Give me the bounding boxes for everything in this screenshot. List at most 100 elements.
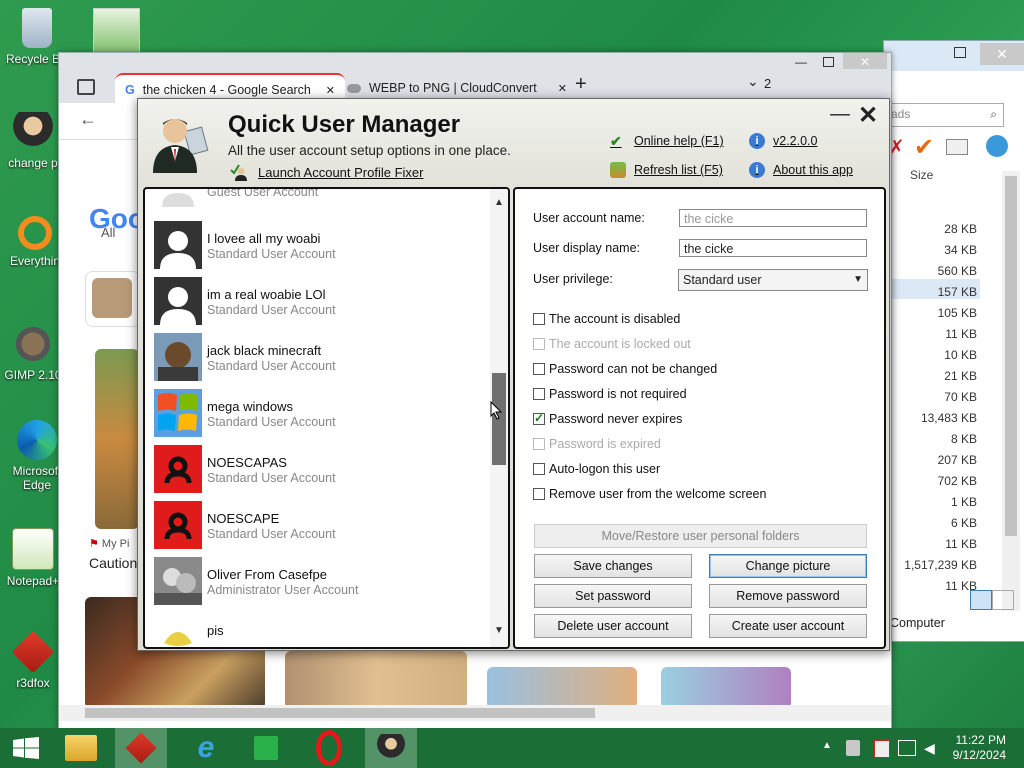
result-image-drawing[interactable]: [661, 667, 791, 709]
minimize-button[interactable]: —: [829, 103, 851, 125]
result-source[interactable]: ⚑ My Pi: [89, 537, 129, 550]
explorer-titlebar[interactable]: ✕: [884, 41, 1024, 71]
quick-user-manager-window[interactable]: Quick User Manager All the user account …: [137, 98, 890, 651]
taskbar-store[interactable]: [240, 728, 292, 768]
taskbar-file-explorer[interactable]: [55, 728, 107, 768]
search-tab-all[interactable]: All: [101, 225, 115, 240]
result-image-hen[interactable]: [487, 667, 637, 709]
checkbox-option[interactable]: Password never expires: [533, 411, 682, 426]
search-chip[interactable]: [85, 271, 141, 327]
close-button[interactable]: ✕: [980, 43, 1024, 65]
account-name-label: User account name:: [533, 211, 645, 225]
checkbox-option[interactable]: Password is not required: [533, 387, 687, 401]
new-tab-button[interactable]: +: [575, 73, 587, 96]
checkbox-icon[interactable]: [533, 488, 545, 500]
taskbar-r3dfox[interactable]: [115, 728, 167, 768]
delete-user-button[interactable]: Delete user account: [534, 614, 692, 638]
list-item-user[interactable]: NOESCAPAS Standard User Account: [154, 445, 484, 497]
checkbox-option: Password is expired: [533, 437, 661, 451]
list-item-user[interactable]: I lovee all my woabi Standard User Accou…: [154, 221, 484, 273]
set-password-button[interactable]: Set password: [534, 584, 692, 608]
list-item-user[interactable]: jack black minecraft Standard User Accou…: [154, 333, 484, 385]
rename-icon[interactable]: [946, 139, 968, 155]
details-view-icon[interactable]: [970, 590, 992, 610]
result-caption[interactable]: Caution: [89, 555, 137, 571]
privilege-select[interactable]: Standard user ▼: [678, 269, 868, 291]
close-button[interactable]: ✕: [856, 101, 880, 129]
desktop-icon-change-p[interactable]: change p: [2, 112, 64, 170]
user-type: Standard User Account: [207, 415, 336, 429]
checkbox-option[interactable]: Remove user from the welcome screen: [533, 487, 766, 501]
list-item-user[interactable]: Guest User Account: [154, 189, 484, 211]
launch-profile-fixer-link[interactable]: Launch Account Profile Fixer: [258, 165, 423, 180]
explorer-scrollbar[interactable]: [1002, 171, 1020, 611]
thumbnails-view-icon[interactable]: [992, 590, 1014, 610]
tab-list-chevron-down-icon[interactable]: ⌄: [747, 73, 759, 90]
desktop-icon-notepadpp[interactable]: Notepad+: [2, 528, 64, 588]
about-app-link[interactable]: i About this app: [749, 162, 853, 178]
file-explorer-window[interactable]: ✕ ads ⌕ ✗ ✔ Size 28 KB 34 KB 560 KB 157 KB 1…: [883, 40, 1024, 642]
tray-volume-icon[interactable]: ◀: [924, 740, 935, 757]
scroll-down-icon[interactable]: ▼: [492, 625, 506, 639]
list-item-user[interactable]: Oliver From Casefpe Administrator User A…: [154, 557, 484, 609]
user-list[interactable]: Guest User Account I lovee all my woabi …: [143, 187, 510, 649]
start-button[interactable]: [0, 728, 52, 768]
checkbox-option[interactable]: Password can not be changed: [533, 362, 717, 376]
back-arrow-icon[interactable]: ←: [79, 109, 97, 130]
checkbox-icon[interactable]: [533, 313, 545, 325]
create-user-button[interactable]: Create user account: [709, 614, 867, 638]
tray-clock[interactable]: 11:22 PM 9/12/2024: [953, 733, 1006, 763]
result-image-chicken[interactable]: [95, 349, 139, 529]
checkbox-icon[interactable]: [533, 463, 545, 475]
desktop-icon-r3dfox[interactable]: r3dfox: [2, 630, 64, 690]
minimize-icon[interactable]: —: [795, 55, 807, 69]
refresh-list-link[interactable]: Refresh list (F5): [610, 162, 723, 178]
taskbar-quick-user-manager[interactable]: [365, 728, 417, 768]
remove-password-button[interactable]: Remove password: [709, 584, 867, 608]
tray-flag-icon[interactable]: [874, 740, 890, 758]
checkbox-label: Remove user from the welcome screen: [549, 487, 767, 501]
desktop-icon-everything[interactable]: Everythin: [4, 216, 66, 268]
list-item-user[interactable]: NOESCAPE Standard User Account: [154, 501, 484, 553]
checkbox-checked-icon[interactable]: [533, 411, 545, 425]
user-name: Oliver From Casefpe: [207, 567, 327, 582]
save-changes-button[interactable]: Save changes: [534, 554, 692, 578]
explorer-search-input[interactable]: ads ⌕: [884, 103, 1004, 127]
result-image-chicks[interactable]: [285, 651, 467, 709]
close-tab-icon[interactable]: ✕: [558, 82, 567, 95]
maximize-icon[interactable]: [823, 57, 834, 67]
close-tab-icon[interactable]: ✕: [326, 84, 335, 97]
browser-h-scrollbar[interactable]: [59, 705, 891, 721]
version-link[interactable]: i v2.2.0.0: [749, 133, 817, 149]
check-icon[interactable]: ✔: [914, 133, 934, 162]
folder-icon: [65, 735, 97, 761]
tray-network-icon[interactable]: [898, 740, 916, 756]
checkbox-option[interactable]: The account is disabled: [533, 312, 680, 326]
checkbox-option[interactable]: Auto-logon this user: [533, 462, 660, 476]
change-picture-button[interactable]: Change picture: [709, 554, 867, 578]
online-help-link[interactable]: ✔ Online help (F1): [610, 133, 724, 149]
list-item-user[interactable]: mega windows Standard User Account: [154, 389, 484, 441]
user-avatar: [154, 501, 202, 549]
taskbar-internet-explorer[interactable]: e: [180, 728, 232, 768]
list-item-user[interactable]: im a real woabie LOl Standard User Accou…: [154, 277, 484, 329]
list-item-user[interactable]: pis: [154, 613, 484, 647]
move-restore-folders-button[interactable]: Move/Restore user personal folders: [534, 524, 867, 548]
checkbox-icon[interactable]: [533, 363, 545, 375]
display-name-field[interactable]: the cicke: [679, 239, 867, 257]
desktop-thumbnail[interactable]: [93, 8, 140, 54]
checkbox-icon[interactable]: [533, 388, 545, 400]
scroll-up-icon[interactable]: ▲: [492, 197, 506, 211]
size-column-header[interactable]: Size: [910, 168, 933, 182]
search-icon: ⌕: [990, 107, 997, 121]
tray-shield-icon[interactable]: [846, 740, 860, 756]
account-name-field[interactable]: the cicke: [679, 209, 867, 227]
desktop-icon-label: GIMP 2.10: [4, 368, 62, 382]
tab-overview-icon[interactable]: [77, 79, 95, 95]
maximize-icon[interactable]: [954, 47, 966, 58]
properties-icon[interactable]: [986, 135, 1008, 157]
user-avatar: [154, 189, 202, 207]
tray-chevron-up-icon[interactable]: ▲: [822, 740, 832, 751]
desktop-icon-gimp[interactable]: GIMP 2.10: [2, 324, 64, 382]
taskbar-opera[interactable]: [303, 728, 355, 768]
